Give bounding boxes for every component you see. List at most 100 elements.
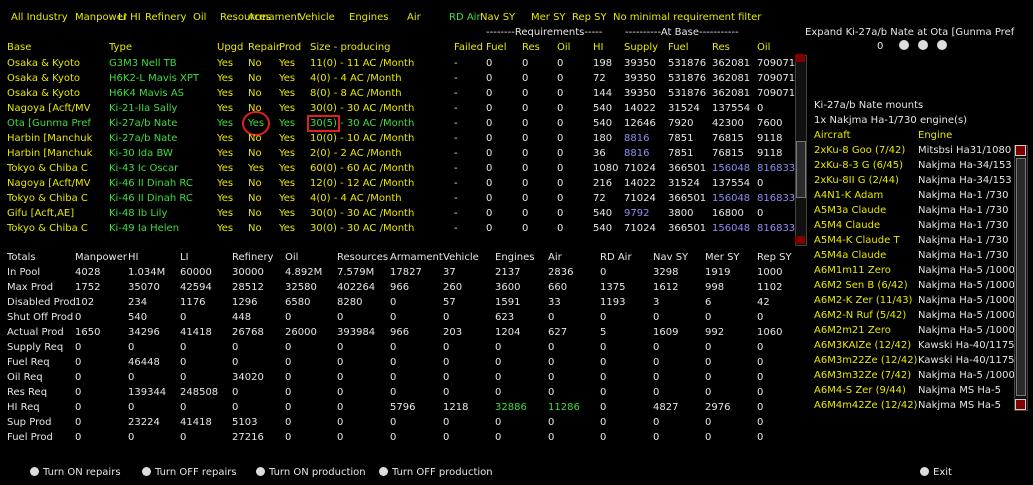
type-cell: Ki-27a/b Nate — [109, 118, 178, 129]
req-oil-cell: 0 — [557, 88, 564, 99]
col-base-res[interactable]: Res — [712, 42, 730, 53]
turn-off-production-button[interactable]: Turn OFF production — [379, 467, 493, 478]
supply-cell: 9792 — [624, 208, 650, 219]
mounts-down-icon[interactable] — [1015, 399, 1026, 410]
totals-cell: 1102 — [757, 282, 783, 293]
turn-off-repairs-button[interactable]: Turn OFF repairs — [142, 467, 237, 478]
filter-all-industry[interactable]: All Industry — [11, 12, 68, 23]
fast-forward-icon[interactable] — [918, 40, 928, 50]
mount-aircraft[interactable]: A4N1-K Adam — [814, 190, 883, 201]
filter-engines[interactable]: Air — [407, 12, 421, 23]
filter-air[interactable]: RD Air — [449, 12, 481, 23]
col-repair[interactable]: Repair — [248, 42, 280, 53]
filter-refinery[interactable]: Oil — [193, 12, 206, 23]
totals-cell: 260 — [443, 282, 463, 293]
size-cell: 4(0) - 4 AC /Month — [310, 193, 402, 204]
filter-manpower[interactable]: Manpower HI — [75, 12, 141, 23]
mount-aircraft[interactable]: A6M3m22Ze (12/42) — [814, 355, 917, 366]
base-res-cell: 156048 — [712, 163, 751, 174]
size-cell: 30(5) - 30 AC /Month — [307, 115, 414, 132]
base-res-cell: 76815 — [712, 133, 744, 144]
mount-aircraft[interactable]: 2xKu-8II G (2/44) — [814, 175, 899, 186]
filter-nav-sy[interactable]: Mer SY — [531, 12, 566, 23]
col-base-oil[interactable]: Oil — [757, 42, 770, 53]
size-cell: 30(0) - 30 AC /Month — [310, 103, 415, 114]
col-failed[interactable]: Failed — [454, 42, 483, 53]
mounts-scroll-thumb[interactable] — [1016, 158, 1026, 396]
turn-on-repairs-button[interactable]: Turn ON repairs — [30, 467, 121, 478]
prod-cell: Yes — [279, 178, 296, 189]
col-req-res[interactable]: Res — [522, 42, 540, 53]
mount-aircraft[interactable]: 2xKu-8-3 G (6/45) — [814, 160, 903, 171]
mount-aircraft[interactable]: A6M3KAIZe (12/42) — [814, 340, 911, 351]
mounts-up-icon[interactable] — [1015, 145, 1026, 156]
base-oil-cell: 816833 — [757, 193, 796, 204]
repair-cell: No — [248, 73, 262, 84]
repair-cell: No — [248, 193, 262, 204]
col-req-oil[interactable]: Oil — [557, 42, 570, 53]
filter-rep-sy[interactable]: No minimal requirement filter — [613, 12, 761, 23]
mount-aircraft[interactable]: A6M4m42Ze (12/42) — [814, 400, 917, 411]
hi-cell: 540 — [593, 223, 613, 234]
mount-aircraft[interactable]: A6M2-K Zer (11/43) — [814, 295, 912, 306]
col-engine[interactable]: Engine — [918, 130, 952, 141]
totals-cell: 5 — [600, 327, 607, 338]
mount-aircraft[interactable]: A5M4-K Claude T — [814, 235, 900, 246]
totals-row-label: Supply Req — [7, 342, 64, 353]
req-oil-cell: 0 — [557, 103, 564, 114]
mount-aircraft[interactable]: A6M4-S Zer (9/44) — [814, 385, 906, 396]
scroll-thumb[interactable] — [796, 141, 806, 198]
filter-li[interactable]: Refinery — [145, 12, 186, 23]
totals-cell: 1752 — [75, 282, 101, 293]
col-req-fuel[interactable]: Fuel — [486, 42, 506, 53]
mount-engine: 1x Nakjma Ha-1/730 engine(s) — [814, 115, 968, 126]
col-hi[interactable]: HI — [593, 42, 603, 53]
type-cell: Ki-27a/b Nate — [109, 133, 178, 144]
turn-on-production-button[interactable]: Turn ON production — [256, 467, 366, 478]
scroll-down-icon[interactable] — [795, 236, 805, 244]
mount-aircraft[interactable]: A6M1m11 Zero — [814, 265, 891, 276]
production-scrollbar[interactable] — [795, 55, 807, 246]
filter-mer-sy[interactable]: Rep SY — [572, 12, 607, 23]
mount-aircraft[interactable]: A6M2m21 Zero — [814, 325, 891, 336]
col-type[interactable]: Type — [109, 42, 132, 53]
totals-row-label: Sup Prod — [7, 417, 52, 428]
mount-aircraft[interactable]: 2xKu-8 Goo (7/42) — [814, 145, 905, 156]
type-cell: Ki-48 Ib Lily — [109, 208, 168, 219]
col-prod[interactable]: Prod — [279, 42, 301, 53]
exit-button[interactable]: Exit — [920, 467, 952, 478]
col-aircraft[interactable]: Aircraft — [814, 130, 851, 141]
scroll-up-icon[interactable] — [795, 54, 805, 62]
hi-cell: 72 — [593, 73, 606, 84]
hi-cell: 1080 — [593, 163, 619, 174]
mount-aircraft[interactable]: A6M2 Sen B (6/42) — [814, 280, 908, 291]
mounts-scrollbar[interactable] — [1014, 145, 1028, 411]
col-upgd[interactable]: Upgd — [217, 42, 243, 53]
totals-cell: 3298 — [653, 267, 679, 278]
filter-vehicle[interactable]: Engines — [349, 12, 388, 23]
mount-aircraft[interactable]: A5M4a Claude — [814, 250, 886, 261]
totals-cell: 1.034M — [128, 267, 166, 278]
filter-hi[interactable]: LI — [118, 12, 127, 23]
req-fuel-cell: 0 — [486, 208, 493, 219]
totals-cell: 0 — [128, 372, 135, 383]
hi-cell: 540 — [593, 103, 613, 114]
filter-rd-air[interactable]: Nav SY — [480, 12, 515, 23]
play-icon[interactable] — [899, 40, 909, 50]
col-base-fuel[interactable]: Fuel — [668, 42, 688, 53]
totals-cell: 27216 — [232, 432, 264, 443]
mount-aircraft[interactable]: A5M4 Claude — [814, 220, 880, 231]
size-cell: 11(0) - 11 AC /Month — [310, 58, 415, 69]
req-fuel-cell: 0 — [486, 118, 493, 129]
col-supply[interactable]: Supply — [624, 42, 658, 53]
totals-cell: 0 — [443, 432, 450, 443]
skip-end-icon[interactable] — [937, 40, 947, 50]
mount-aircraft[interactable]: A6M3m32Ze (7/42) — [814, 370, 911, 381]
col-base[interactable]: Base — [7, 42, 31, 53]
filter-armament[interactable]: Vehicle — [299, 12, 335, 23]
filter-resources[interactable]: Armament — [248, 12, 301, 23]
totals-cell: 0 — [232, 357, 239, 368]
mount-aircraft[interactable]: A5M3a Claude — [814, 205, 886, 216]
col-size[interactable]: Size - producing — [310, 42, 391, 53]
mount-aircraft[interactable]: A6M2-N Ruf (5/42) — [814, 310, 906, 321]
